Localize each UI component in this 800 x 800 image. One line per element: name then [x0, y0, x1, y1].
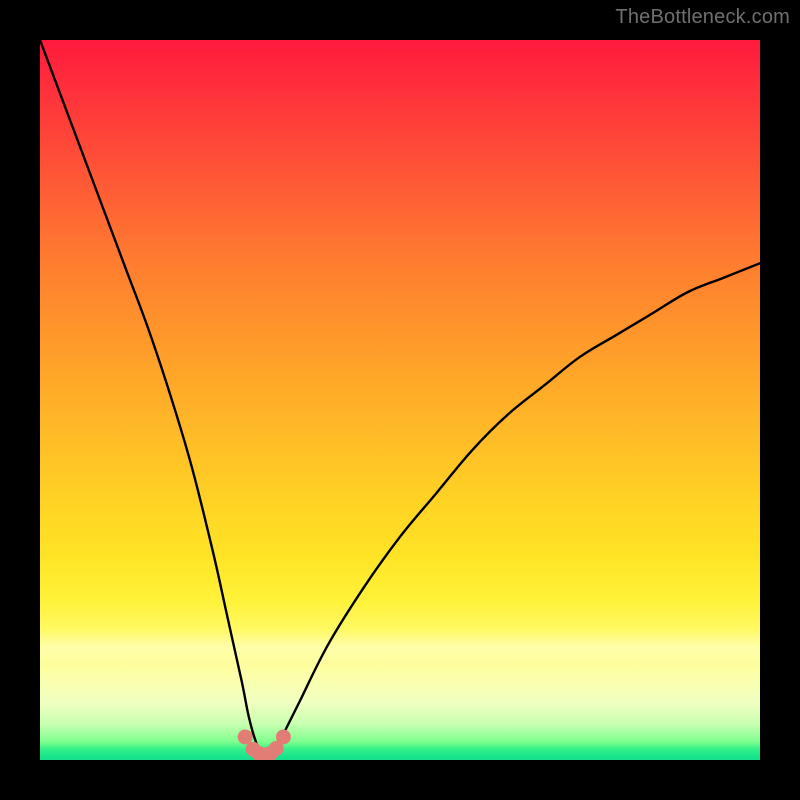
bottleneck-curve: [40, 40, 760, 757]
plot-area: [40, 40, 760, 760]
minimum-dots: [238, 729, 291, 760]
watermark-text: TheBottleneck.com: [615, 6, 790, 29]
min-dot: [276, 729, 291, 744]
chart-frame: TheBottleneck.com: [0, 0, 800, 800]
curve-layer: [40, 40, 760, 760]
